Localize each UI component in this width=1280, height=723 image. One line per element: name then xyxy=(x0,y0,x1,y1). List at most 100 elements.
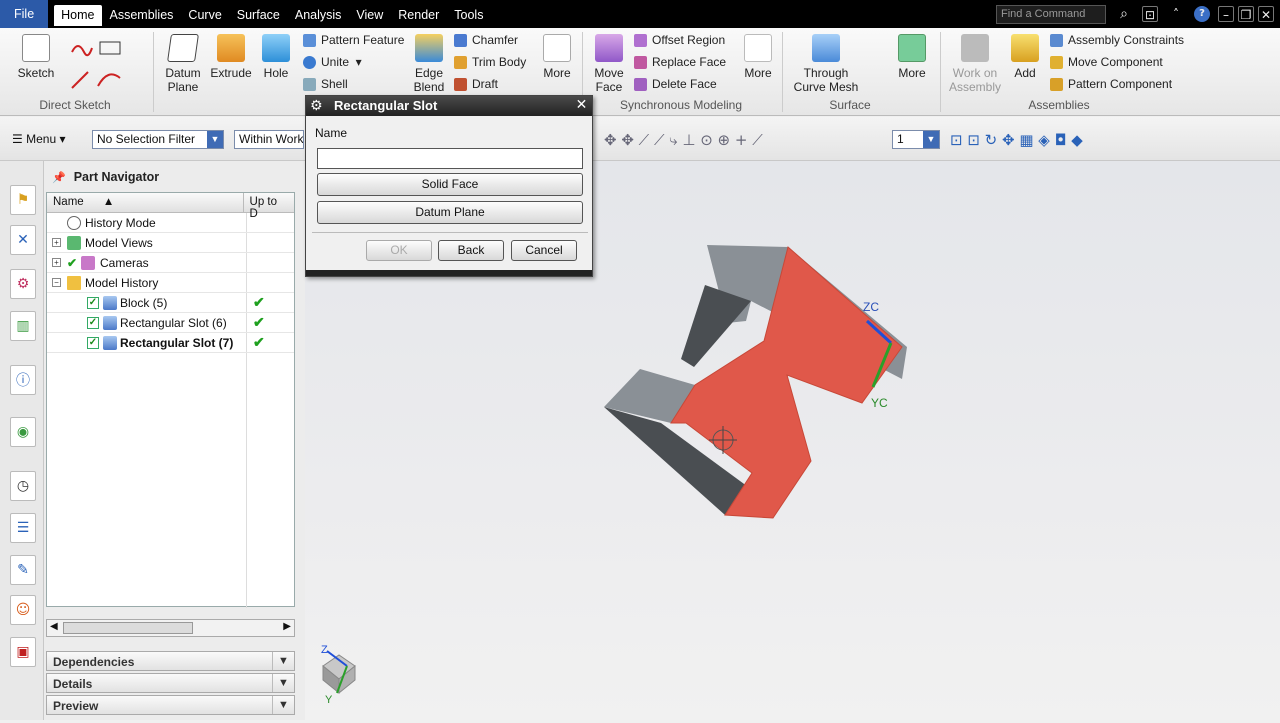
constraint-navigator-icon[interactable]: ✕ xyxy=(10,225,36,255)
minimize-icon[interactable]: – xyxy=(1218,6,1234,22)
back-button[interactable]: Back xyxy=(438,240,504,261)
tab-file[interactable]: File xyxy=(0,0,49,28)
work-on-assembly-button[interactable]: Work on Assembly xyxy=(948,34,1002,94)
feature-more-button[interactable]: More xyxy=(538,34,576,80)
dialog-close-button[interactable]: ✕ xyxy=(573,97,590,114)
assembly-constraints-button[interactable]: Assembly Constraints xyxy=(1050,33,1184,47)
synchronous-more-button[interactable]: More xyxy=(740,34,776,80)
move-component-button[interactable]: Move Component xyxy=(1050,55,1163,69)
layer-dropdown[interactable]: 1 ▼ xyxy=(892,130,940,149)
pin-icon[interactable]: 📌 xyxy=(52,171,66,184)
view-tools-icon[interactable]: ⊡ ⊡ ↻ ✥ ▦ ◈ ◘ ◆ xyxy=(950,131,1083,149)
expand-icon[interactable]: + xyxy=(52,238,61,247)
name-input[interactable] xyxy=(317,148,583,169)
offset-region-button[interactable]: Offset Region xyxy=(634,33,725,47)
tree-row-rectangular-slot-7[interactable]: ✓ Rectangular Slot (7) ✔ xyxy=(47,333,294,353)
extrude-button[interactable]: Extrude xyxy=(208,34,254,80)
tree-row-model-history[interactable]: − Model History xyxy=(47,273,294,293)
scope-dropdown[interactable]: Within Work P xyxy=(234,130,304,149)
gear-icon[interactable]: ⚙ xyxy=(310,98,323,114)
process-studio-icon[interactable]: ☰ xyxy=(10,513,36,543)
reuse-library-icon[interactable]: ▥ xyxy=(10,311,36,341)
add-button[interactable]: Add xyxy=(1008,34,1042,80)
replace-face-button[interactable]: Replace Face xyxy=(634,55,726,69)
move-face-button[interactable]: Move Face xyxy=(588,34,630,94)
sketch-curve-tools[interactable] xyxy=(68,36,128,94)
tab-tools[interactable]: Tools xyxy=(447,5,490,26)
tab-view[interactable]: View xyxy=(349,5,390,26)
pattern-feature-button[interactable]: Pattern Feature xyxy=(303,33,404,47)
tab-curve[interactable]: Curve xyxy=(181,5,228,26)
window-icon[interactable]: ⊡ xyxy=(1142,6,1158,22)
checkbox-checked-icon[interactable]: ✓ xyxy=(87,296,99,309)
pattern-component-button[interactable]: Pattern Component xyxy=(1050,77,1172,91)
cancel-button[interactable]: Cancel xyxy=(511,240,577,261)
rectangular-slot-dialog: Rectangular Slot ⚙ ✕ Name Solid Face Dat… xyxy=(305,95,593,277)
close-icon[interactable]: ✕ xyxy=(1258,6,1274,22)
checkbox-checked-icon[interactable]: ✓ xyxy=(87,316,99,329)
tree-row-rectangular-slot-6[interactable]: ✓ Rectangular Slot (6) ✔ xyxy=(47,313,294,333)
tab-render[interactable]: Render xyxy=(391,5,446,26)
ok-button[interactable]: OK xyxy=(366,240,432,261)
chevron-up-icon[interactable]: ˄ xyxy=(1168,6,1184,22)
solid-body[interactable] xyxy=(604,245,907,519)
sketch-button[interactable]: Sketch xyxy=(14,34,58,80)
selection-filter-dropdown[interactable]: No Selection Filter ▼ xyxy=(92,130,224,149)
dependencies-pane[interactable]: Dependencies ▼ xyxy=(46,651,295,671)
dialog-title[interactable]: Rectangular Slot xyxy=(306,96,592,116)
shell-button[interactable]: Shell xyxy=(303,77,348,91)
tab-home[interactable]: Home xyxy=(54,5,102,26)
scroll-left-icon[interactable]: ◀ xyxy=(50,621,58,632)
roles-icon[interactable]: ☺ xyxy=(10,595,36,625)
scroll-right-icon[interactable]: ▶ xyxy=(283,621,291,632)
chevron-down-icon[interactable]: ▼ xyxy=(272,674,294,692)
system-scenes-icon[interactable]: ▣ xyxy=(10,637,36,667)
preview-pane[interactable]: Preview ▼ xyxy=(46,695,295,715)
tree-row-model-views[interactable]: + Model Views xyxy=(47,233,294,253)
menu-button[interactable]: ☰ Menu ▾ xyxy=(12,132,65,146)
hole-button[interactable]: Hole xyxy=(256,34,296,80)
datum-plane-option-button[interactable]: Datum Plane xyxy=(317,201,583,224)
trim-body-button[interactable]: Trim Body xyxy=(454,55,526,69)
column-uptodate[interactable]: Up to D xyxy=(244,193,294,220)
divider xyxy=(940,32,941,112)
part-navigator-icon[interactable]: ⚙ xyxy=(10,269,36,299)
chevron-down-icon[interactable]: ▼ xyxy=(272,652,294,670)
horizontal-scrollbar[interactable]: ◀ ▶ xyxy=(46,619,295,637)
tree-row-block[interactable]: ✓ Block (5) ✔ xyxy=(47,293,294,313)
solid-face-button[interactable]: Solid Face xyxy=(317,173,583,196)
find-command-input[interactable]: Find a Command xyxy=(996,5,1106,24)
unite-button[interactable]: Unite ▾ xyxy=(303,55,362,69)
zc-axis-label: ZC xyxy=(863,300,879,314)
snap-icon[interactable]: ✥ ✥ ⟋ ⟋ ⤷ ⊥ ⊙ ⊕ + ⟋ xyxy=(604,131,763,149)
trim-body-icon xyxy=(454,55,467,69)
tab-assemblies[interactable]: Assemblies xyxy=(103,5,181,26)
details-pane[interactable]: Details ▼ xyxy=(46,673,295,693)
datum-plane-button[interactable]: Datum Plane xyxy=(160,34,206,94)
web-browser-icon[interactable]: ◉ xyxy=(10,417,36,447)
search-icon[interactable]: ⌕ xyxy=(1116,6,1132,22)
expand-icon[interactable]: + xyxy=(52,258,61,267)
through-curve-mesh-button[interactable]: Through Curve Mesh xyxy=(790,34,862,94)
assembly-navigator-icon[interactable]: ⚑ xyxy=(10,185,36,215)
edge-blend-button[interactable]: Edge Blend xyxy=(408,34,450,94)
surface-more-button[interactable]: More xyxy=(895,34,929,80)
tab-surface[interactable]: Surface xyxy=(230,5,287,26)
history-icon[interactable]: ◷ xyxy=(10,471,36,501)
checkbox-checked-icon[interactable]: ✓ xyxy=(87,336,99,349)
scrollbar-thumb[interactable] xyxy=(63,622,193,634)
restore-icon[interactable]: ❐ xyxy=(1238,6,1254,22)
info-icon[interactable]: ⓘ xyxy=(10,365,36,395)
chamfer-button[interactable]: Chamfer xyxy=(454,33,518,47)
draft-button[interactable]: Draft xyxy=(454,77,498,91)
chevron-down-icon[interactable]: ▼ xyxy=(272,696,294,714)
column-name[interactable]: Name ▲ xyxy=(47,193,244,212)
tree-row-cameras[interactable]: + ✔ Cameras xyxy=(47,253,294,273)
delete-face-button[interactable]: Delete Face xyxy=(634,77,717,91)
divider xyxy=(782,32,783,112)
tab-analysis[interactable]: Analysis xyxy=(288,5,349,26)
manufacturing-wizard-icon[interactable]: ✎ xyxy=(10,555,36,585)
collapse-icon[interactable]: − xyxy=(52,278,61,287)
tree-row-history-mode[interactable]: History Mode xyxy=(47,213,294,233)
help-icon[interactable]: ? xyxy=(1194,6,1210,22)
